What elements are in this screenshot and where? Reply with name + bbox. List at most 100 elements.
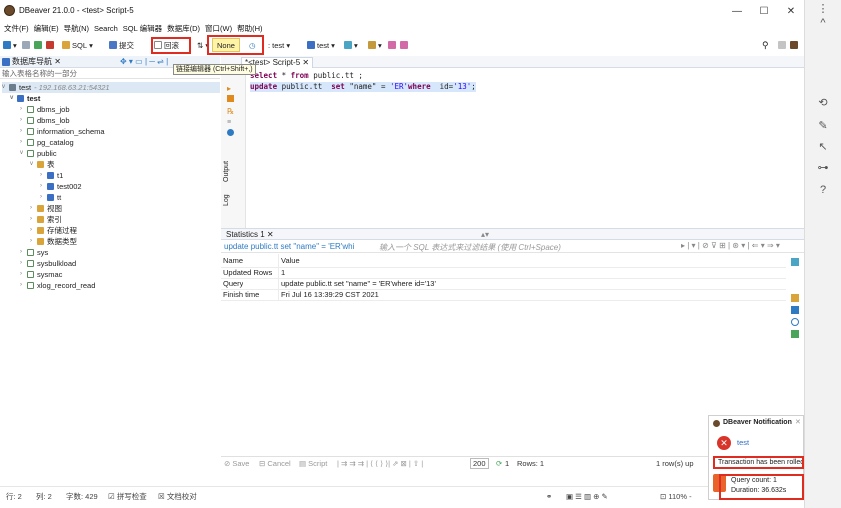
active-schema-selector[interactable]: test ▾ — [307, 36, 335, 54]
cell-value[interactable]: Fri Jul 16 13:39:29 CST 2021 — [281, 290, 379, 300]
focus-mode-icon[interactable]: ⚭ — [546, 491, 552, 503]
menu-edit[interactable]: 编辑(E) — [34, 23, 59, 34]
grid-view-icon[interactable] — [791, 294, 799, 302]
invalidate-button[interactable] — [46, 36, 56, 54]
menu-file[interactable]: 文件(F) — [4, 23, 29, 34]
tree-tables-folder[interactable]: v表 — [30, 159, 55, 170]
column-header-value[interactable]: Value — [281, 256, 300, 266]
menu-help[interactable]: 帮助(H) — [237, 23, 262, 34]
menu-database[interactable]: 数据库(D) — [167, 23, 200, 34]
tree-database[interactable]: v test — [10, 93, 40, 104]
query-chip[interactable]: update public.tt set "name" = 'ER'whi — [224, 242, 354, 251]
sql-editor-button[interactable]: SQL ▾ — [62, 36, 93, 54]
cell-name[interactable]: Updated Rows — [223, 268, 272, 278]
cancel-button[interactable]: ⊟ Cancel — [259, 457, 291, 471]
menu-search[interactable]: Search — [94, 24, 118, 33]
spellcheck-toggle[interactable]: ☑ 拼写检查 — [108, 491, 147, 503]
dbeaver-perspective-button[interactable] — [790, 36, 800, 54]
tree-folder[interactable]: › 索引 — [30, 214, 62, 225]
statistics-tab[interactable]: Statistics 1 ✕ — [223, 230, 277, 239]
text-view-icon[interactable] — [791, 306, 799, 314]
tree-schema[interactable]: › sysmac — [20, 269, 62, 280]
connect-button[interactable] — [22, 36, 32, 54]
tree-schema[interactable]: › dbms_lob — [20, 115, 70, 126]
overflow-icon[interactable]: ⋮ ^ — [815, 2, 831, 29]
output-side-tab[interactable]: Output — [223, 161, 230, 182]
navigation-buttons[interactable]: | ⇉ ⇉ ⇉ | ⟨ ⟨ ⟩ ⟩| ⇗ ⊠ | ⇧ | — [337, 457, 423, 471]
menu-sql-editor[interactable]: SQL 编辑器 — [123, 23, 162, 34]
save-button[interactable]: ⊘ Save — [224, 457, 249, 471]
history-back-button[interactable] — [388, 36, 398, 54]
schema-tools-button[interactable]: ▾ — [344, 36, 358, 54]
tree-schema[interactable]: › information_schema — [20, 126, 105, 137]
tree-schema[interactable]: › sysbulkload — [20, 258, 76, 269]
collapse-icon[interactable]: ▴▾ — [481, 230, 489, 239]
panels-icon[interactable] — [791, 258, 799, 266]
title-bar: DBeaver 21.0.0 - <test> Script-5 — ☐ ✕ — [0, 0, 804, 22]
cell-value[interactable]: 1 — [281, 268, 285, 278]
navigate-button[interactable]: ▾ — [368, 36, 382, 54]
script-icon[interactable] — [227, 95, 234, 102]
tree-table[interactable]: › t1 — [40, 170, 63, 181]
sql-editor[interactable] — [221, 68, 804, 228]
export-icon[interactable] — [791, 330, 799, 338]
zoom-level[interactable]: ⊡ 110% - — [660, 491, 692, 503]
editor-gutter: ▸ ℞ ≡ Output Log — [221, 68, 246, 228]
tree-schema-public[interactable]: v public — [20, 148, 57, 159]
editor-link-tooltip: 链接编辑器 (Ctrl+Shift+,) — [173, 64, 256, 75]
close-button[interactable]: ✕ — [778, 2, 804, 20]
database-icon — [17, 95, 24, 102]
right-side-panel: ⋮ ^ ⟲ ✎ ↖ ⊶ ? — [804, 0, 841, 508]
tree-connection[interactable]: v test - 192.168.63.21:54321 — [2, 82, 220, 93]
tree-schema[interactable]: › pg_catalog — [20, 137, 74, 148]
tree-folder[interactable]: › 视图 — [30, 203, 62, 214]
record-view-icon[interactable] — [791, 318, 799, 326]
script-button[interactable]: ▤ Script — [299, 457, 327, 471]
back-arrow-icon — [388, 41, 396, 49]
perspective-button[interactable] — [778, 36, 788, 54]
help-side-icon[interactable]: ? — [815, 183, 831, 197]
search-button[interactable]: ⚲ — [762, 36, 769, 54]
tree-table[interactable]: › tt — [40, 192, 61, 203]
explain-icon[interactable]: ℞ — [227, 107, 234, 116]
navigator-actions[interactable]: ✥ ▾ ▭ | ─ ⇌ | — [120, 57, 168, 66]
tree-schema[interactable]: › sys — [20, 247, 48, 258]
cell-name[interactable]: Query — [223, 279, 243, 289]
pointer-side-icon[interactable]: ↖ — [815, 140, 831, 154]
execute-icon[interactable]: ▸ — [227, 84, 231, 93]
minimize-button[interactable]: — — [724, 2, 750, 20]
maximize-button[interactable]: ☐ — [751, 2, 777, 20]
settings-gear-icon[interactable] — [227, 129, 234, 136]
view-mode-icons[interactable]: ▣ ☰ ▥ ⊕ ✎ — [566, 491, 608, 503]
rows-count: Rows: 1 — [517, 459, 545, 468]
tree-schema[interactable]: › dbms_job — [20, 104, 70, 115]
menu-navigate[interactable]: 导航(N) — [64, 23, 89, 34]
doc-proof-toggle[interactable]: ☒ 文档校对 — [158, 491, 197, 503]
schema-icon — [307, 41, 315, 49]
history-forward-button[interactable] — [400, 36, 410, 54]
refresh-icon[interactable]: ⟳ — [496, 457, 502, 471]
commit-button[interactable]: 提交 — [109, 36, 134, 54]
tree-folder[interactable]: › 存储过程 — [30, 225, 77, 236]
tree-folder[interactable]: › 数据类型 — [30, 236, 77, 247]
column-header-name[interactable]: Name — [223, 256, 243, 266]
notification-close-button[interactable]: ✕ — [795, 418, 801, 426]
fetch-size-input[interactable]: 200 — [470, 458, 489, 469]
disconnect-button[interactable] — [34, 36, 44, 54]
filter-side-icon[interactable]: ⊶ — [815, 161, 831, 175]
connection-host: - 192.168.63.21:54321 — [34, 83, 110, 92]
tree-schema[interactable]: › xlog_record_read — [20, 280, 95, 291]
active-connection-selector[interactable]: : test ▾ — [268, 36, 290, 54]
format-icon[interactable]: ≡ — [227, 119, 231, 126]
cell-name[interactable]: Finish time — [223, 290, 259, 300]
navigator-tab[interactable]: 数据库导航 ✕ — [12, 56, 61, 67]
new-connection-button[interactable]: ▾ — [3, 36, 17, 54]
cell-value[interactable]: update public.tt set "name" = 'ER'where … — [281, 279, 436, 289]
pencil-side-icon[interactable]: ✎ — [815, 119, 831, 133]
filter-actions[interactable]: ▸ | ▾ | ⊘ ⊽ ⊞ | ⊛ ▾ | ⇐ ▾ ⇒ ▾ — [681, 241, 780, 250]
tree-table[interactable]: › test002 — [40, 181, 82, 192]
log-side-tab[interactable]: Log — [223, 194, 230, 206]
menu-window[interactable]: 窗口(W) — [205, 23, 232, 34]
results-filter-input[interactable]: 输入一个 SQL 表达式来过滤结果 (使用 Ctrl+Space) — [379, 242, 561, 253]
plug-side-icon[interactable]: ⟲ — [815, 96, 831, 110]
